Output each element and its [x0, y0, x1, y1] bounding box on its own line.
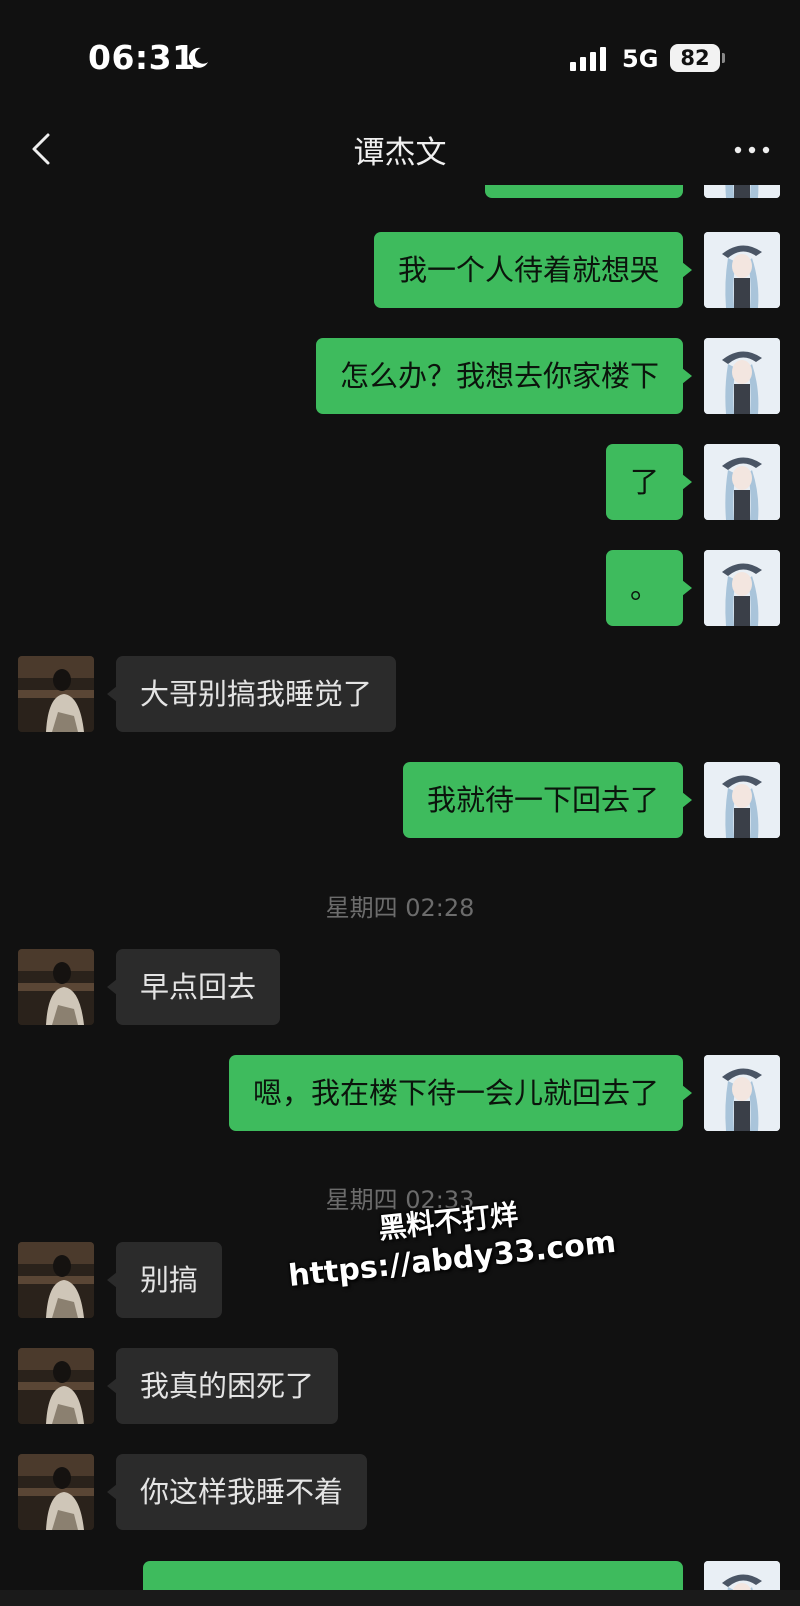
message-row: 大哥别搞我睡觉了 [0, 656, 800, 732]
my-avatar[interactable] [704, 1055, 780, 1131]
chat-header: 谭杰文 [0, 115, 800, 185]
contact-avatar[interactable] [18, 1348, 94, 1424]
battery-level: 82 [670, 44, 720, 72]
battery-tip [722, 53, 725, 63]
more-horizontal-icon[interactable] [732, 135, 772, 165]
message-bubble[interactable]: 。 [605, 550, 693, 626]
message-bubble[interactable]: 你这样我睡不着 [106, 1454, 368, 1530]
my-avatar[interactable] [704, 232, 780, 308]
message-row: 我一个人待着就想哭 [0, 232, 800, 308]
message-bubble[interactable] [485, 185, 683, 198]
timestamp: 星期四 02:28 [325, 894, 475, 922]
network-type: 5G [622, 45, 659, 73]
message-bubble[interactable]: 早点回去 [106, 949, 281, 1025]
my-avatar[interactable] [704, 762, 780, 838]
message-row: 了 [0, 444, 800, 520]
chat-title: 谭杰文 [353, 135, 447, 171]
my-avatar[interactable] [704, 338, 780, 414]
message-bubble[interactable]: 我就待一下回去了 [402, 762, 693, 838]
contact-avatar[interactable] [18, 1242, 94, 1318]
message-row: 我就待一下回去了 [0, 762, 800, 838]
input-bar-edge [0, 1590, 800, 1606]
contact-avatar[interactable] [18, 949, 94, 1025]
message-bubble[interactable]: 我真的困死了 [106, 1348, 339, 1424]
message-row: 嗯，我在楼下待一会儿就回去了 [0, 1055, 800, 1131]
message-bubble[interactable]: 了 [605, 444, 693, 520]
status-time: 06:31 [88, 38, 196, 77]
my-avatar[interactable] [704, 444, 780, 520]
message-row: 怎么办？我想去你家楼下 [0, 338, 800, 414]
message-row: 早点回去 [0, 949, 800, 1025]
message-list[interactable]: 我一个人待着就想哭 怎么办？我想去你家楼下 了 。 大哥别搞我睡觉了 我就待一下… [0, 185, 800, 1606]
message-bubble[interactable]: 我一个人待着就想哭 [373, 232, 693, 308]
my-avatar[interactable] [704, 550, 780, 626]
status-bar: 06:31 5G 82 [0, 0, 800, 115]
message-bubble[interactable]: 大哥别搞我睡觉了 [106, 656, 397, 732]
message-bubble[interactable]: 别搞 [106, 1242, 223, 1318]
moon-icon [188, 47, 208, 68]
contact-avatar[interactable] [18, 656, 94, 732]
message-bubble[interactable]: 怎么办？我想去你家楼下 [315, 338, 693, 414]
signal-icon [570, 47, 616, 71]
my-avatar[interactable] [704, 185, 780, 198]
message-row: 你这样我睡不着 [0, 1454, 800, 1530]
contact-avatar[interactable] [18, 1454, 94, 1530]
message-row: 。 [0, 550, 800, 626]
message-bubble[interactable]: 嗯，我在楼下待一会儿就回去了 [228, 1055, 693, 1131]
message-row: 我真的困死了 [0, 1348, 800, 1424]
message-row [0, 185, 800, 198]
